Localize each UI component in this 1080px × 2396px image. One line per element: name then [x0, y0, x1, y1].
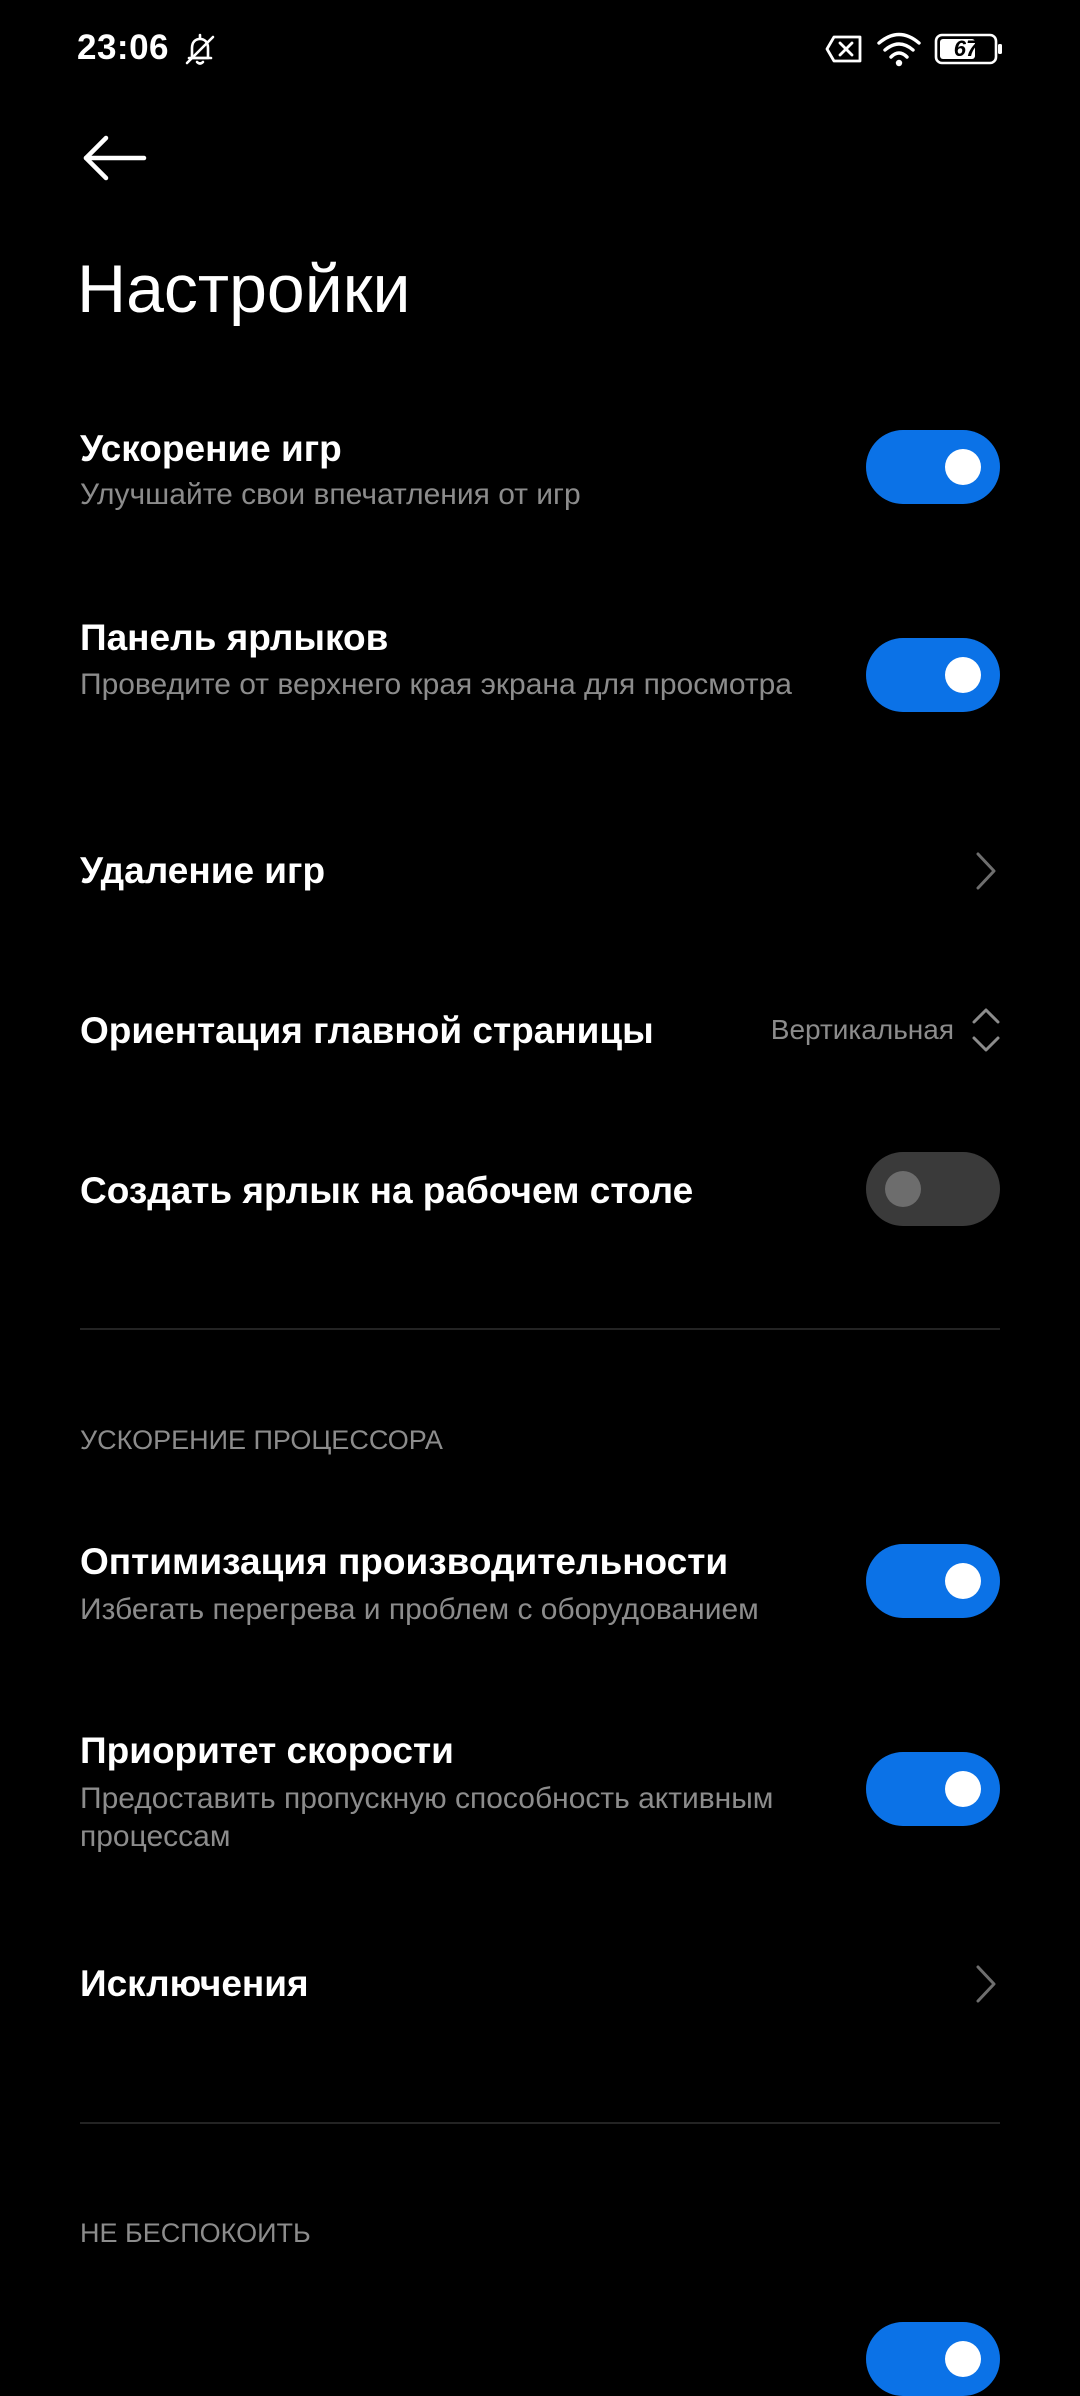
- setting-subtitle: Проведите от верхнего края экрана для пр…: [80, 668, 792, 701]
- section-header-dnd: НЕ БЕСПОКОИТЬ: [80, 2218, 311, 2248]
- setting-title: Ориентация главной страницы: [80, 1010, 654, 1051]
- orientation-value: Вертикальная: [770, 1014, 954, 1045]
- game-boost-toggle[interactable]: [866, 430, 1000, 504]
- chevron-right-icon: [976, 852, 996, 890]
- bell-off-icon: [185, 33, 215, 65]
- setting-title: Панель ярлыков: [80, 617, 389, 658]
- setting-title: Приоритет скорости: [80, 1730, 454, 1771]
- toggle-knob: [945, 657, 981, 693]
- toggle-knob: [945, 449, 981, 485]
- desktop-shortcut-toggle[interactable]: [866, 1152, 1000, 1226]
- setting-title: Создать ярлык на рабочем столе: [80, 1170, 694, 1211]
- performance-toggle[interactable]: [866, 1544, 1000, 1618]
- chevron-right-icon: [976, 1965, 996, 2003]
- setting-title: Исключения: [80, 1963, 309, 2004]
- clock: 23:06: [77, 28, 170, 67]
- setting-subtitle: Предоставить пропускную способность акти…: [80, 1782, 774, 1853]
- setting-title: Оптимизация производительности: [80, 1541, 729, 1582]
- setting-subtitle: Избегать перегрева и проблем с оборудова…: [80, 1593, 759, 1626]
- toggle-knob: [945, 1771, 981, 1807]
- setting-subtitle: Улучшайте свои впечатления от игр: [80, 478, 581, 511]
- shortcut-panel-toggle[interactable]: [866, 638, 1000, 712]
- section-divider: [80, 2122, 1000, 2124]
- toggle-knob: [945, 1563, 981, 1599]
- sim-x-icon: [825, 35, 862, 63]
- toggle-knob: [885, 1171, 921, 1207]
- page-title: Настройки: [77, 251, 411, 327]
- dnd-toggle[interactable]: [866, 2322, 1000, 2396]
- setting-title: Ускорение игр: [80, 428, 342, 469]
- status-bar: 23:06 67: [0, 0, 1080, 100]
- section-divider: [80, 1328, 1000, 1330]
- speed-priority-toggle[interactable]: [866, 1752, 1000, 1826]
- wifi-icon: [877, 32, 921, 67]
- chevron-up-down-icon: [972, 1008, 1000, 1052]
- arrow-left-icon[interactable]: [80, 128, 152, 188]
- setting-title: Удаление игр: [80, 850, 326, 891]
- battery-level: 67: [953, 36, 979, 61]
- toggle-knob: [945, 2341, 981, 2377]
- section-header-cpu: УСКОРЕНИЕ ПРОЦЕССОРА: [80, 1425, 443, 1455]
